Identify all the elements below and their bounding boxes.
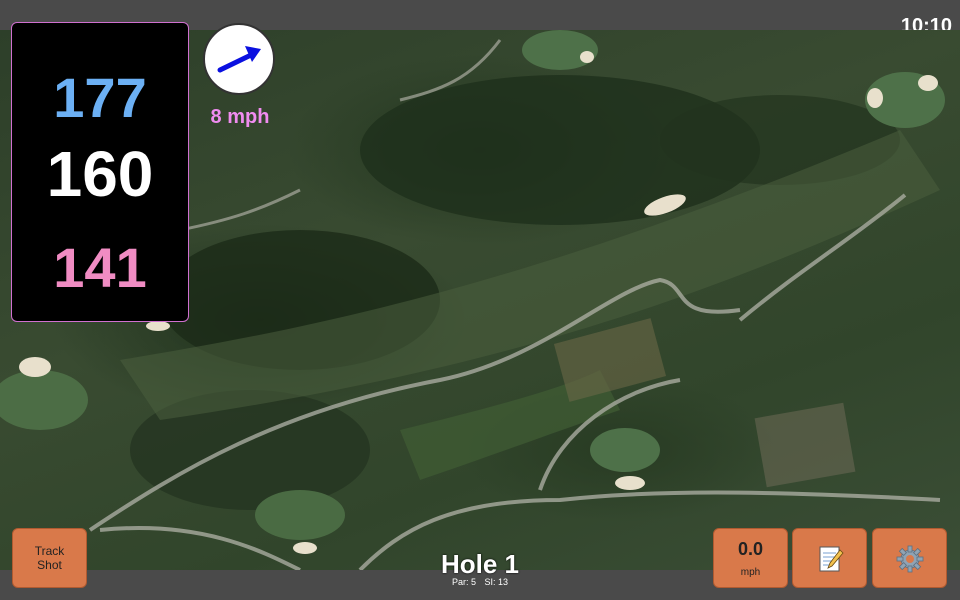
distance-panel: 177 160 141 xyxy=(11,22,189,322)
hole-title: Hole 1 xyxy=(440,549,520,579)
track-shot-label-line2: Shot xyxy=(37,558,62,572)
gear-icon xyxy=(896,545,924,573)
back-distance: 177 xyxy=(53,66,147,129)
wind-indicator xyxy=(203,23,275,95)
speed-value: 0.0 xyxy=(737,539,764,559)
speed-unit: mph xyxy=(740,567,761,578)
settings-button[interactable] xyxy=(872,528,947,588)
arrow-icon xyxy=(217,46,261,73)
front-distance: 141 xyxy=(53,236,147,299)
track-shot-label-line1: Track xyxy=(34,544,65,558)
hole-info: Par: 5 SI: 13 xyxy=(380,577,580,587)
wind-speed: 8 mph xyxy=(210,106,270,128)
speed-button[interactable]: 0.0 mph xyxy=(713,528,788,588)
notes-button[interactable] xyxy=(792,528,867,588)
notepad-icon xyxy=(819,546,844,572)
middle-distance: 160 xyxy=(46,138,154,210)
hole-si: SI: 13 xyxy=(484,577,509,587)
track-shot-button[interactable]: Track Shot xyxy=(12,528,87,588)
hole-par: Par: 5 xyxy=(451,577,476,587)
